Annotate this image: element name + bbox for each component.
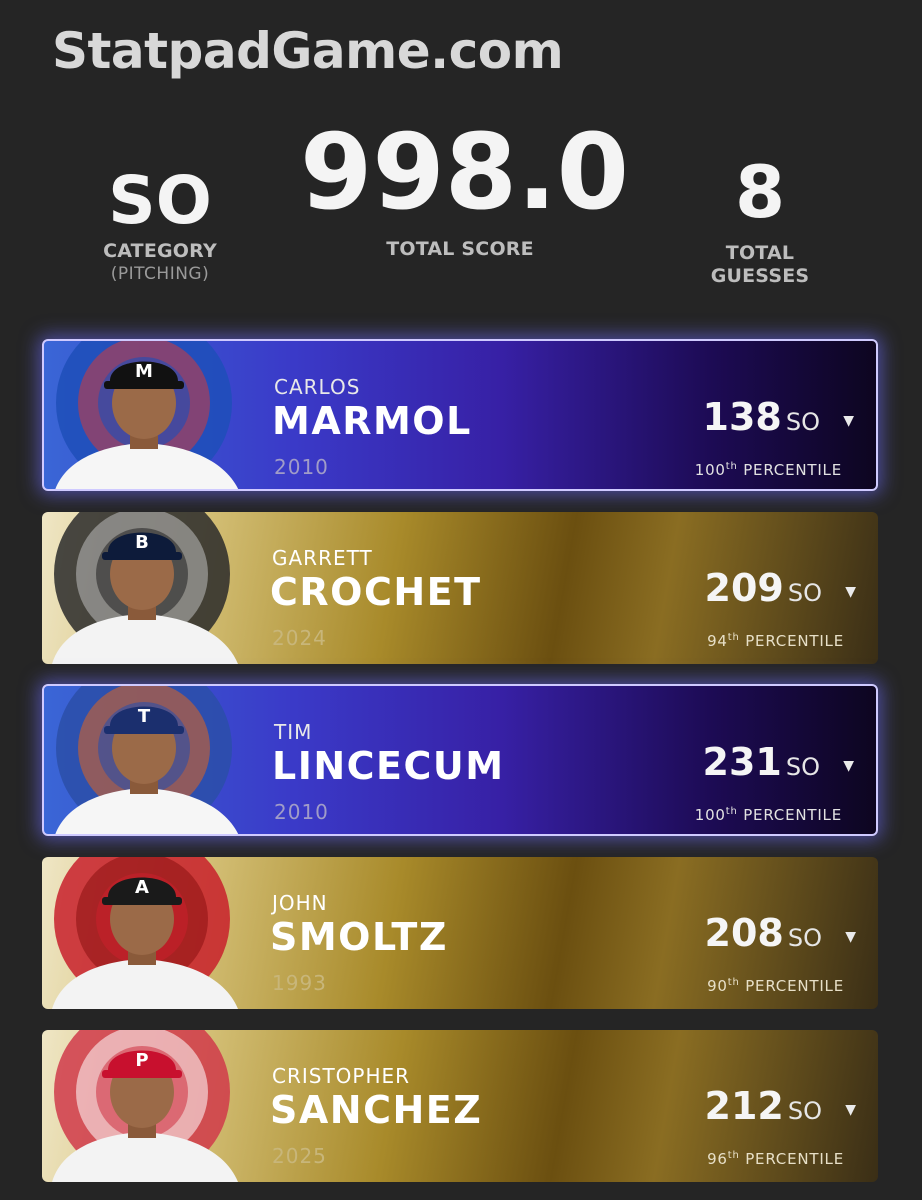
expand-caret-icon[interactable]: ▼ [845,1102,856,1118]
stat-unit: SO [785,753,820,781]
player-first-name: CARLOS [274,375,361,399]
percentile-label: 100th PERCENTILE [695,461,842,479]
svg-text:A: A [135,877,149,898]
total-guesses-value: 8 [734,150,786,234]
player-photo: T [44,686,249,834]
percentile-number: 90 [707,977,728,995]
player-first-name: JOHN [272,891,328,915]
total-score-stat: 998.0 TOTAL SCORE [300,111,629,261]
player-season-year: 2024 [272,626,327,650]
svg-text:M: M [135,361,153,382]
player-last-name: CROCHET [270,570,482,614]
player-season-year: 2010 [274,800,329,824]
total-guesses-label-line1: TOTAL [725,242,795,264]
stat-number: 231 [702,740,782,784]
player-last-name: LINCECUM [272,744,505,788]
percentile-suffix: th [727,632,740,643]
player-photo: B [42,512,247,664]
percentile-label: 100th PERCENTILE [695,806,842,824]
category-value: SO [108,162,212,239]
player-card[interactable]: B GARRETT CROCHET 2024 209 SO ▼ 94th PERC… [42,512,878,664]
svg-text:T: T [138,706,151,727]
player-last-name: SANCHEZ [270,1088,483,1132]
total-guesses-stat: 8 TOTAL GUESSES [660,156,860,288]
svg-text:B: B [135,532,149,553]
percentile-label: 94th PERCENTILE [707,632,844,650]
player-first-name: TIM [274,720,313,744]
player-photo: A [42,857,247,1009]
expand-caret-icon[interactable]: ▼ [845,929,856,945]
player-card[interactable]: M CARLOS MARMOL 2010 138 SO ▼ 100th PERCE… [42,339,878,491]
stat-unit: SO [785,408,820,436]
player-card[interactable]: P CRISTOPHER SANCHEZ 2025 212 SO ▼ 96th P… [42,1030,878,1182]
stat-value: 208 SO [705,911,822,955]
percentile-text: PERCENTILE [745,1150,844,1168]
stat-value: 212 SO [705,1084,822,1128]
player-photo: P [42,1030,247,1182]
player-card[interactable]: A JOHN SMOLTZ 1993 208 SO ▼ 90th PERCENTI… [42,857,878,1009]
percentile-number: 100 [694,806,726,824]
expand-caret-icon[interactable]: ▼ [843,413,854,429]
category-sub-label: (PITCHING) [110,263,210,284]
percentile-label: 90th PERCENTILE [707,977,844,995]
expand-caret-icon[interactable]: ▼ [845,584,856,600]
percentile-suffix: th [727,1150,740,1161]
stat-unit: SO [787,924,822,952]
stat-value: 138 SO [703,395,820,439]
stat-number: 138 [702,395,782,439]
player-card[interactable]: T TIM LINCECUM 2010 231 SO ▼ 100th PERCEN… [42,684,878,836]
stat-unit: SO [787,579,822,607]
stat-value: 209 SO [705,566,822,610]
percentile-number: 100 [694,461,726,479]
player-season-year: 2010 [274,455,329,479]
player-first-name: GARRETT [272,546,373,570]
svg-text:P: P [135,1050,148,1071]
total-guesses-label-line2: GUESSES [710,264,810,287]
player-first-name: CRISTOPHER [272,1064,411,1088]
category-stat: SO CATEGORY (PITCHING) [60,168,260,285]
percentile-suffix: th [727,977,740,988]
percentile-suffix: th [725,461,738,472]
stat-unit: SO [787,1097,822,1125]
percentile-text: PERCENTILE [745,632,844,650]
stat-number: 208 [704,911,784,955]
percentile-number: 94 [707,632,728,650]
site-title[interactable]: StatpadGame.com [52,22,564,80]
percentile-number: 96 [707,1150,728,1168]
score-summary: SO CATEGORY (PITCHING) 998.0 TOTAL SCORE… [0,120,922,310]
total-score-value: 998.0 [300,111,629,233]
percentile-label: 96th PERCENTILE [707,1150,844,1168]
stat-value: 231 SO [703,740,820,784]
total-score-label: TOTAL SCORE [386,238,534,260]
percentile-suffix: th [725,806,738,817]
player-season-year: 2025 [272,1144,327,1168]
expand-caret-icon[interactable]: ▼ [843,758,854,774]
player-photo: M [44,341,249,489]
percentile-text: PERCENTILE [745,977,844,995]
percentile-text: PERCENTILE [743,806,842,824]
percentile-text: PERCENTILE [743,461,842,479]
player-last-name: MARMOL [272,399,472,443]
category-label: CATEGORY [103,240,217,262]
player-last-name: SMOLTZ [270,915,448,959]
stat-number: 209 [704,566,784,610]
player-season-year: 1993 [272,971,327,995]
stat-number: 212 [704,1084,784,1128]
